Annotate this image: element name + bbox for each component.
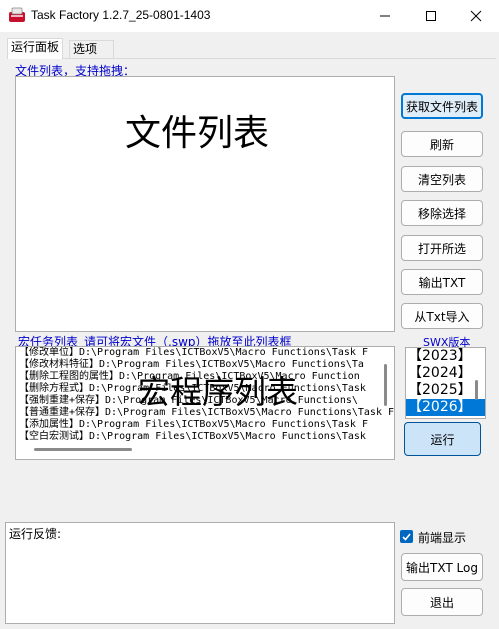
feedback-label: 运行反馈: bbox=[9, 527, 62, 541]
refresh-button[interactable]: 刷新 bbox=[401, 131, 483, 157]
export-txt-log-button[interactable]: 输出TXT Log bbox=[401, 553, 483, 581]
swx-list-scroll-thumb[interactable] bbox=[475, 380, 478, 400]
remove-selected-button[interactable]: 移除选择 bbox=[401, 200, 483, 226]
tab-run-panel[interactable]: 运行面板 bbox=[7, 38, 64, 59]
tab-options[interactable]: 选项 bbox=[69, 40, 114, 59]
feedback-box[interactable] bbox=[5, 522, 395, 624]
macro-list-hscroll-thumb[interactable] bbox=[34, 448, 132, 451]
swx-version-list[interactable]: 【2023】 【2024】 【2025】 【2026】 bbox=[406, 348, 485, 418]
minimize-button[interactable] bbox=[362, 0, 408, 32]
file-list-watermark: 文件列表 bbox=[125, 113, 270, 154]
swx-version-item[interactable]: 【2024】 bbox=[406, 365, 485, 382]
export-txt-button[interactable]: 输出TXT bbox=[401, 269, 483, 295]
import-txt-button[interactable]: 从Txt导入 bbox=[401, 303, 483, 329]
maximize-button[interactable] bbox=[408, 0, 454, 32]
macro-row[interactable]: 【空白宏测试】D:\Program Files\ICTBoxV5\Macro F… bbox=[16, 431, 394, 443]
swx-version-item-selected[interactable]: 【2026】 bbox=[406, 399, 485, 416]
front-display-label: 前端显示 bbox=[418, 531, 467, 545]
exit-button[interactable]: 退出 bbox=[401, 588, 483, 616]
macro-row[interactable]: 【添加属性】D:\Program Files\ICTBoxV5\Macro Fu… bbox=[16, 419, 394, 431]
minimize-icon bbox=[380, 15, 390, 17]
get-file-list-button[interactable]: 获取文件列表 bbox=[401, 93, 483, 119]
checkmark-icon bbox=[402, 533, 411, 541]
macro-list-vscroll-thumb[interactable] bbox=[384, 364, 387, 406]
maximize-icon bbox=[426, 11, 436, 21]
front-display-checkbox[interactable] bbox=[400, 530, 413, 543]
swx-version-item[interactable]: 【2023】 bbox=[406, 348, 485, 365]
close-icon bbox=[470, 10, 482, 22]
open-selected-button[interactable]: 打开所选 bbox=[401, 235, 483, 261]
close-button[interactable] bbox=[453, 0, 499, 32]
app-icon bbox=[9, 7, 25, 22]
window-title: Task Factory 1.2.7_25-0801-1403 bbox=[31, 8, 211, 22]
swx-version-item[interactable]: 【2025】 bbox=[406, 382, 485, 399]
macro-row[interactable]: 【修改单位】D:\Program Files\ICTBoxV5\Macro Fu… bbox=[16, 347, 394, 359]
macro-list-watermark: 宏程序列表 bbox=[138, 373, 299, 411]
clear-list-button[interactable]: 清空列表 bbox=[401, 166, 483, 192]
run-button[interactable]: 运行 bbox=[404, 422, 481, 456]
